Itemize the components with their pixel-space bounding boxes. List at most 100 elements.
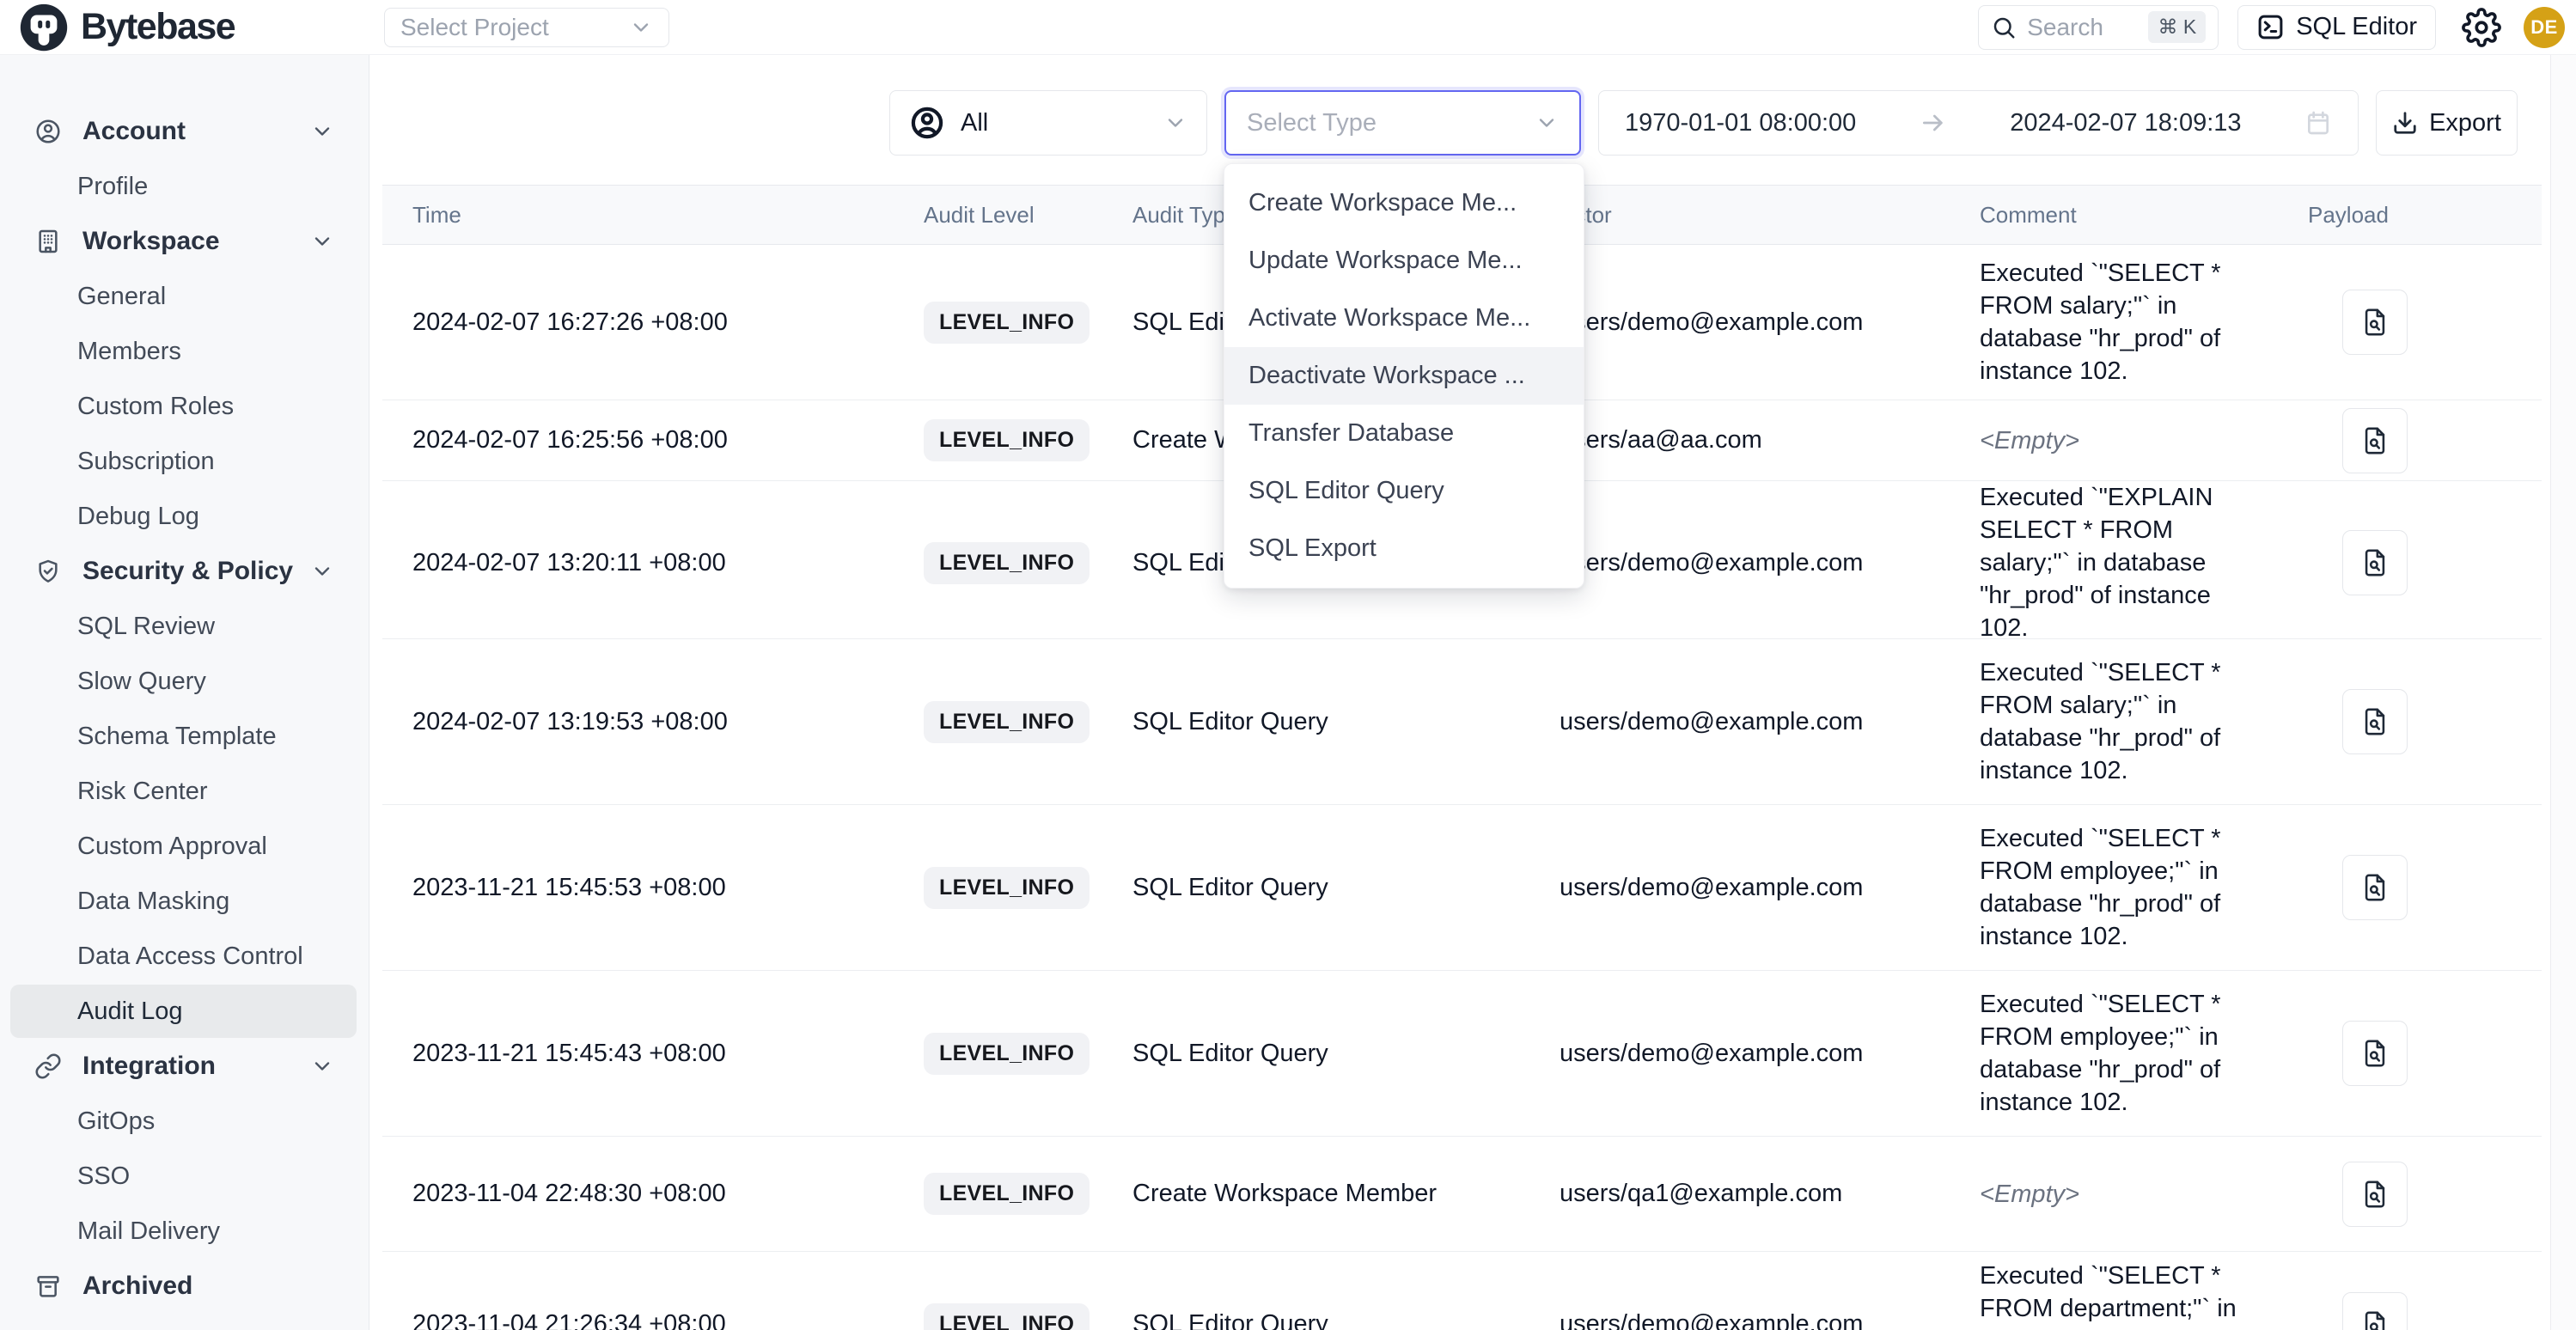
sidebar-item-debug-log[interactable]: Debug Log xyxy=(10,490,357,543)
sidebar-item-schema-template[interactable]: Schema Template xyxy=(10,710,357,763)
actor-filter-select[interactable]: All xyxy=(889,90,1207,156)
payload-view-button[interactable] xyxy=(2342,530,2408,595)
column-header-audit-level: Audit Level xyxy=(894,186,1100,244)
type-option-update-workspace-me[interactable]: Update Workspace Me... xyxy=(1224,232,1584,290)
type-option-deactivate-workspace[interactable]: Deactivate Workspace ... xyxy=(1224,347,1584,405)
sidebar-item-label: Integration xyxy=(82,1052,216,1081)
file-search-icon xyxy=(2360,1180,2390,1209)
row-comment-text: <Empty> xyxy=(1980,1178,2093,1211)
sidebar-item-general[interactable]: General xyxy=(10,270,357,323)
building-icon xyxy=(34,228,62,255)
row-payload xyxy=(2277,805,2542,970)
scrollbar-gutter[interactable] xyxy=(2550,55,2576,1330)
row-actor-text: users/demo@example.com xyxy=(1560,874,1863,902)
chevron-down-icon xyxy=(310,1054,334,1078)
row-payload xyxy=(2277,971,2542,1136)
sidebar-item-label: Members xyxy=(77,338,181,366)
sql-editor-button[interactable]: SQL Editor xyxy=(2237,5,2436,50)
sidebar-item-integration[interactable]: Integration xyxy=(10,1040,357,1093)
type-option-sql-editor-query[interactable]: SQL Editor Query xyxy=(1224,462,1584,520)
file-search-icon xyxy=(2360,1039,2390,1068)
sidebar-item-label: Audit Log xyxy=(77,998,183,1026)
row-comment: Executed `"SELECT * FROM salary;"` in da… xyxy=(1950,639,2277,804)
row-actor: users/qa1@example.com xyxy=(1538,1137,1950,1251)
search-input[interactable] xyxy=(2027,14,2138,41)
payload-view-button[interactable] xyxy=(2342,855,2408,920)
date-from-value[interactable]: 1970-01-01 08:00:00 xyxy=(1625,109,1856,137)
row-audit-type: SQL Editor Query xyxy=(1100,1252,1538,1330)
sidebar-item-risk-center[interactable]: Risk Center xyxy=(10,765,357,818)
sidebar-item-workspace[interactable]: Workspace xyxy=(10,215,357,268)
table-row: 2023-11-04 22:48:30 +08:00LEVEL_INFOCrea… xyxy=(382,1137,2542,1252)
row-actor-text: users/demo@example.com xyxy=(1560,708,1863,736)
row-audit-type-text: SQL Editor Query xyxy=(1132,1310,1328,1330)
row-payload xyxy=(2277,400,2542,480)
sidebar-item-archived[interactable]: Archived xyxy=(10,1260,357,1313)
project-select-placeholder: Select Project xyxy=(400,14,549,41)
sidebar-item-custom-approval[interactable]: Custom Approval xyxy=(10,820,357,873)
row-time: 2024-02-07 13:20:11 +08:00 xyxy=(382,481,894,644)
type-option-create-workspace-me[interactable]: Create Workspace Me... xyxy=(1224,174,1584,232)
row-audit-level: LEVEL_INFO xyxy=(894,481,1100,644)
row-audit-level: LEVEL_INFO xyxy=(894,805,1100,970)
search-box[interactable]: ⌘ K xyxy=(1978,5,2219,50)
row-comment-text: Executed `"SELECT * FROM employee;"` in … xyxy=(1980,988,2277,1119)
row-time: 2024-02-07 16:27:26 +08:00 xyxy=(382,245,894,400)
row-time: 2024-02-07 13:19:53 +08:00 xyxy=(382,639,894,804)
sidebar-item-label: General xyxy=(77,283,166,311)
payload-view-button[interactable] xyxy=(2342,408,2408,473)
sidebar-item-profile[interactable]: Profile xyxy=(10,160,357,213)
table-row: 2023-11-21 15:45:43 +08:00LEVEL_INFOSQL … xyxy=(382,971,2542,1137)
sidebar-item-sql-review[interactable]: SQL Review xyxy=(10,600,357,653)
date-to-value[interactable]: 2024-02-07 18:09:13 xyxy=(2010,109,2241,137)
type-option-activate-workspace-me[interactable]: Activate Workspace Me... xyxy=(1224,290,1584,347)
sidebar-item-members[interactable]: Members xyxy=(10,325,357,378)
sidebar-item-label: Debug Log xyxy=(77,503,199,531)
row-comment: <Empty> xyxy=(1950,1137,2277,1251)
sidebar-item-account[interactable]: Account xyxy=(10,105,357,158)
column-header-time: Time xyxy=(382,186,894,244)
sidebar-item-custom-roles[interactable]: Custom Roles xyxy=(10,380,357,433)
arrow-right-icon xyxy=(1920,109,1947,137)
gear-icon[interactable] xyxy=(2462,8,2501,47)
row-actor-text: users/aa@aa.com xyxy=(1560,426,1762,455)
payload-view-button[interactable] xyxy=(2342,1162,2408,1227)
sidebar-item-label: Data Masking xyxy=(77,888,229,916)
row-audit-level: LEVEL_INFO xyxy=(894,245,1100,400)
avatar[interactable]: DE xyxy=(2524,7,2565,48)
row-payload xyxy=(2277,1137,2542,1251)
sidebar-item-security-policy[interactable]: Security & Policy xyxy=(10,545,357,598)
project-select[interactable]: Select Project xyxy=(384,8,669,47)
sidebar-item-mail-delivery[interactable]: Mail Delivery xyxy=(10,1205,357,1258)
type-option-transfer-database[interactable]: Transfer Database xyxy=(1224,405,1584,462)
search-icon xyxy=(1991,15,2017,40)
sidebar-item-label: Account xyxy=(82,117,186,146)
payload-view-button[interactable] xyxy=(2342,290,2408,355)
type-option-sql-export[interactable]: SQL Export xyxy=(1224,520,1584,577)
sidebar-item-data-masking[interactable]: Data Masking xyxy=(10,875,357,928)
sidebar-item-gitops[interactable]: GitOps xyxy=(10,1095,357,1148)
sidebar-item-data-access-control[interactable]: Data Access Control xyxy=(10,930,357,983)
calendar-icon[interactable] xyxy=(2304,109,2332,137)
sidebar-item-audit-log[interactable]: Audit Log xyxy=(10,985,357,1038)
row-time: 2023-11-21 15:45:43 +08:00 xyxy=(382,971,894,1136)
archive-icon xyxy=(34,1272,62,1300)
row-audit-level: LEVEL_INFO xyxy=(894,1137,1100,1251)
row-audit-level: LEVEL_INFO xyxy=(894,1252,1100,1330)
actor-filter-value: All xyxy=(961,109,988,137)
payload-view-button[interactable] xyxy=(2342,1292,2408,1330)
payload-view-button[interactable] xyxy=(2342,689,2408,754)
row-time-text: 2024-02-07 16:25:56 +08:00 xyxy=(412,426,728,455)
row-time-text: 2023-11-21 15:45:53 +08:00 xyxy=(412,874,726,902)
date-range-picker[interactable]: 1970-01-01 08:00:00 2024-02-07 18:09:13 xyxy=(1598,90,2359,156)
type-filter-select[interactable]: Select Type xyxy=(1224,90,1581,156)
sidebar-item-sso[interactable]: SSO xyxy=(10,1150,357,1203)
sidebar-item-subscription[interactable]: Subscription xyxy=(10,435,357,488)
sidebar-item-label: Mail Delivery xyxy=(77,1217,220,1246)
row-audit-type-text: SQL Editor Query xyxy=(1132,874,1328,902)
row-time: 2023-11-21 15:45:53 +08:00 xyxy=(382,805,894,970)
export-button[interactable]: Export xyxy=(2376,90,2518,156)
payload-view-button[interactable] xyxy=(2342,1021,2408,1086)
sidebar-item-slow-query[interactable]: Slow Query xyxy=(10,655,357,708)
sidebar-item-label: Risk Center xyxy=(77,778,208,806)
